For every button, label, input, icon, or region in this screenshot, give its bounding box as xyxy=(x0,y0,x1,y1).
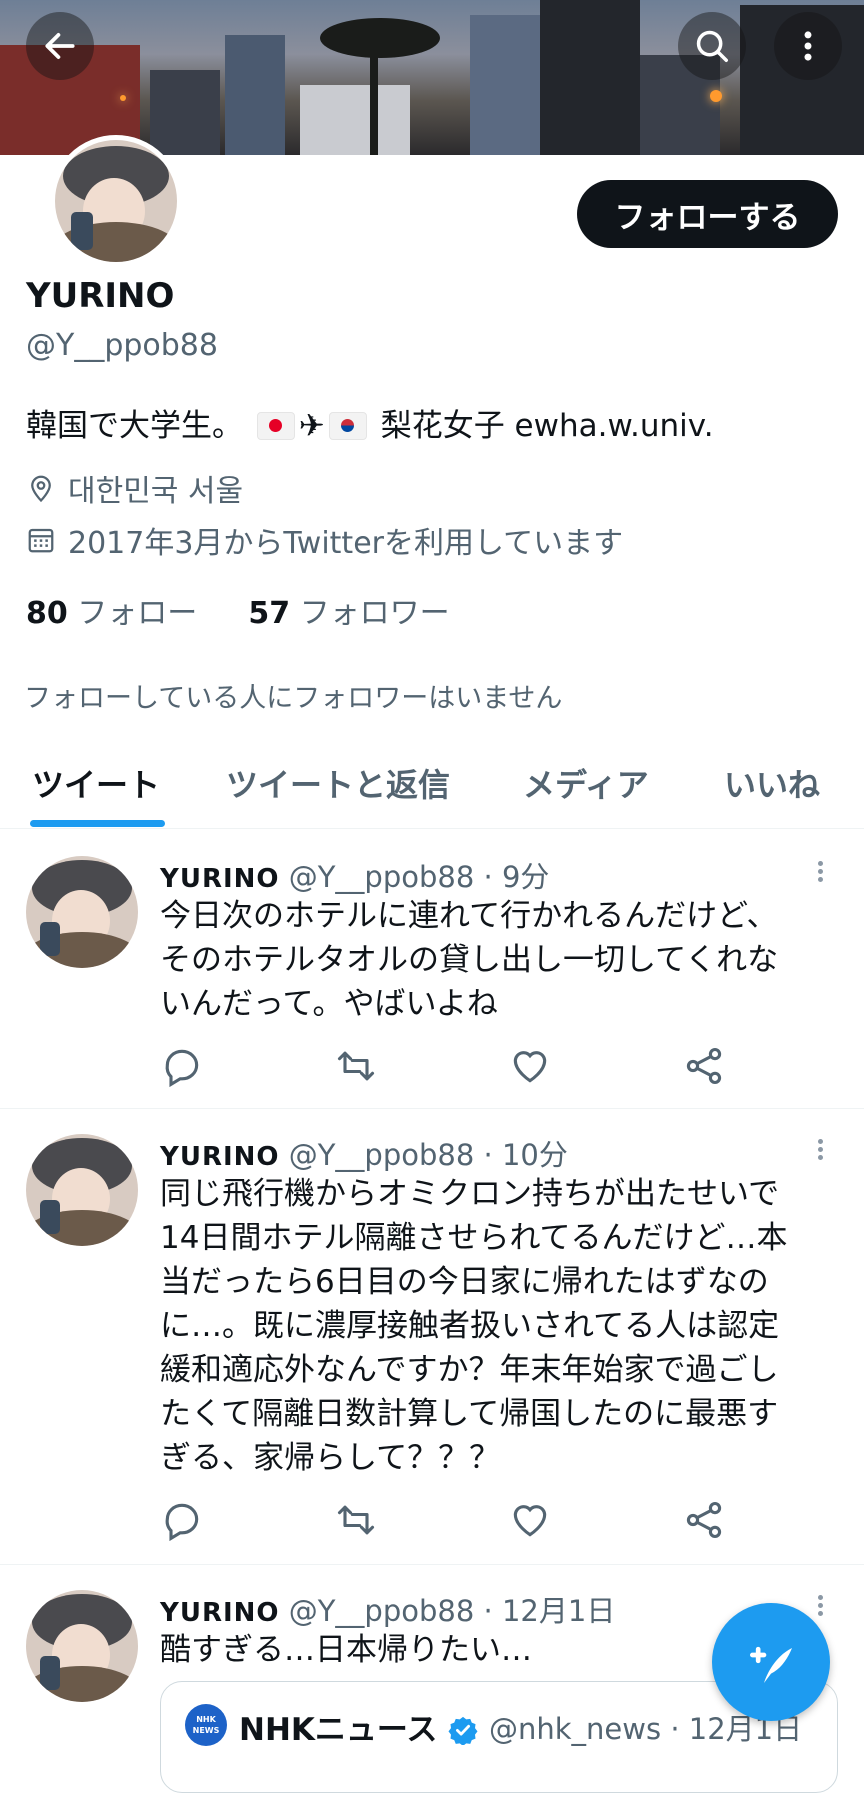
location-text: 대한민국 서울 xyxy=(68,474,244,509)
tweet[interactable]: YURINO @Y__ppob88 · 10分 同じ飛行機からオミクロン持ちが出… xyxy=(0,1108,864,1565)
like-icon[interactable] xyxy=(508,1044,552,1088)
tweet-text: 同じ飛行機からオミクロン持ちが出たせいで 14日間ホテル隔離させられてるんだけど… xyxy=(160,1176,788,1476)
tweet-avatar[interactable] xyxy=(26,1590,138,1702)
tweet-more-icon[interactable] xyxy=(810,1592,830,1622)
tweet-author-handle[interactable]: @Y__ppob88 xyxy=(289,1138,475,1172)
quoted-author-name: NHKニュース xyxy=(239,1704,478,1749)
location-pin-icon xyxy=(31,475,51,503)
profile-location: 대한민국 서울 xyxy=(26,466,243,510)
tab-likes[interactable]: いいね xyxy=(724,760,820,806)
calendar-icon xyxy=(28,528,54,553)
tweet-more-icon[interactable] xyxy=(810,1136,830,1166)
profile-avatar[interactable] xyxy=(50,135,182,267)
tweet[interactable]: YURINO @Y__ppob88 · 9分 今日次のホテルに連れて行かれるんだ… xyxy=(0,830,864,1109)
retweet-icon[interactable] xyxy=(334,1498,378,1542)
tweet-avatar[interactable] xyxy=(26,856,138,968)
search-button[interactable] xyxy=(678,12,746,80)
tweet-header: YURINO @Y__ppob88 · 9分 xyxy=(160,860,550,894)
share-icon[interactable] xyxy=(682,1044,726,1088)
tweet-author-name[interactable]: YURINO xyxy=(160,1598,280,1628)
nhk-avatar[interactable]: NHK NEWS xyxy=(185,1704,227,1746)
airplane-icon: ✈ xyxy=(298,408,325,444)
tweet-author-name[interactable]: YURINO xyxy=(160,1142,280,1172)
tab-tweets[interactable]: ツイート xyxy=(32,760,160,806)
korea-flag-icon xyxy=(328,412,367,440)
tab-media[interactable]: メディア xyxy=(523,760,649,806)
compose-icon xyxy=(750,1646,792,1683)
tweet-author-name[interactable]: YURINO xyxy=(160,864,280,894)
back-button[interactable] xyxy=(26,12,94,80)
tweet-author-handle[interactable]: @Y__ppob88 xyxy=(289,860,475,894)
more-vertical-icon xyxy=(804,31,812,61)
japan-flag-icon xyxy=(256,412,295,440)
verified-icon xyxy=(448,1716,478,1746)
retweet-icon[interactable] xyxy=(334,1044,378,1088)
reply-icon[interactable] xyxy=(160,1498,204,1542)
tweet-header: YURINO @Y__ppob88 · 10分 xyxy=(160,1138,568,1172)
bio-prefix: 韓国で大学生。 xyxy=(26,408,243,444)
profile-bio: 韓国で大学生。 ✈ 梨花女子 ewha.w.univ. xyxy=(26,400,714,445)
more-button[interactable] xyxy=(774,12,842,80)
like-icon[interactable] xyxy=(508,1498,552,1542)
follow-button[interactable]: フォローする xyxy=(577,180,838,248)
tweet-text: 今日次のホテルに連れて行かれるんだけど、 そのホテルタオルの貸し出し一切してくれ… xyxy=(160,898,779,1022)
back-arrow-icon xyxy=(45,33,75,59)
quoted-author-handle: @nhk_news xyxy=(489,1712,662,1746)
share-icon[interactable] xyxy=(682,1498,726,1542)
profile-joined: 2017年3月からTwitterを利用しています xyxy=(26,518,623,562)
follow-counts: 80 フォロー 57 フォロワー xyxy=(26,588,450,632)
active-tab-indicator xyxy=(30,820,165,827)
tweet-time[interactable]: 10分 xyxy=(502,1138,568,1172)
tweet-header: YURINO @Y__ppob88 · 12月1日 xyxy=(160,1594,616,1628)
profile-handle: @Y__ppob88 xyxy=(26,328,218,363)
nhk-logo-text: NHK NEWS xyxy=(192,1715,220,1735)
tweet-more-icon[interactable] xyxy=(810,858,830,888)
following-link[interactable]: 80 フォロー xyxy=(26,596,197,631)
profile-name: YURINO xyxy=(26,276,175,316)
no-mutual-followers: フォローしている人にフォロワーはいません xyxy=(24,683,563,714)
tweet-avatar[interactable] xyxy=(26,1134,138,1246)
bio-suffix: 梨花女子 ewha.w.univ. xyxy=(380,408,714,444)
compose-tweet-button[interactable] xyxy=(712,1603,830,1721)
tweet-time[interactable]: 12月1日 xyxy=(502,1594,615,1628)
profile-tabs: ツイート ツイートと返信 メディア いいね xyxy=(0,740,864,829)
tweet-author-handle[interactable]: @Y__ppob88 xyxy=(289,1594,475,1628)
search-icon xyxy=(696,30,728,62)
reply-icon[interactable] xyxy=(160,1044,204,1088)
tab-tweets-replies[interactable]: ツイートと返信 xyxy=(226,760,450,806)
followers-link[interactable]: 57 フォロワー xyxy=(248,596,449,631)
tweet-time[interactable]: 9分 xyxy=(502,860,549,894)
joined-text: 2017年3月からTwitterを利用しています xyxy=(68,526,624,561)
